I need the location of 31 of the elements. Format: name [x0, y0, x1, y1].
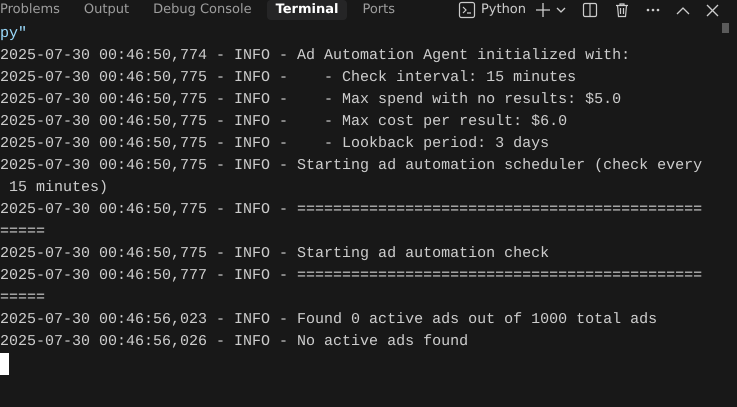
panel-tab[interactable]: Debug Console — [144, 0, 261, 20]
more-icon[interactable] — [646, 8, 660, 12]
terminal-line: 2025-07-30 00:46:50,775 - INFO - - Max cost per result: $6.0 — [0, 112, 568, 132]
terminal-line: 2025-07-30 00:46:50,774 - INFO - Ad Automation Agent initialized with: — [0, 46, 632, 66]
terminal-line: ===== — [0, 222, 46, 242]
terminal-line: 2025-07-30 00:46:50,775 - INFO - - Max spend with no results: $5.0 — [0, 90, 622, 110]
trash-icon[interactable] — [614, 2, 630, 18]
panel-tab[interactable]: Problems — [0, 0, 69, 20]
chevron-up-icon[interactable] — [676, 6, 690, 14]
panel-tab[interactable]: Ports — [353, 0, 404, 20]
terminal-line: 2025-07-30 00:46:50,775 - INFO - ============================================= — [0, 200, 704, 220]
terminal-line: 2025-07-30 00:46:50,775 - INFO - - Check interval: 15 minutes — [0, 68, 578, 88]
terminal-line: 2025-07-30 00:46:50,775 - INFO - - Lookback period: 3 days — [0, 134, 550, 154]
chevron-down-icon[interactable] — [556, 6, 566, 14]
split-panel-icon[interactable] — [582, 2, 598, 18]
terminal-line: 2025-07-30 00:46:50,775 - INFO - Starting ad automation check — [0, 244, 550, 264]
terminal-line: ===== — [0, 288, 46, 308]
plus-icon[interactable] — [535, 2, 551, 18]
terminal-line: 2025-07-30 00:46:50,775 - INFO - Starting ad automation scheduler (check every — [0, 156, 704, 176]
terminal-line: 2025-07-30 00:46:56,023 - INFO - Found 0 active ads out of 1000 total ads — [0, 310, 658, 330]
scrollbar-thumb[interactable] — [722, 23, 729, 33]
terminal-profile-button[interactable]: Python — [458, 1, 526, 19]
terminal-line: py" — [0, 24, 28, 44]
terminal-line: 2025-07-30 00:46:50,777 - INFO - ============================================= — [0, 266, 704, 286]
panel-tab[interactable]: Terminal — [266, 0, 348, 20]
close-icon[interactable] — [706, 4, 719, 16]
terminal-cursor — [0, 353, 9, 375]
terminal-line: 15 minutes) — [8, 178, 110, 198]
terminal-line: 2025-07-30 00:46:56,026 - INFO - No active ads found — [0, 332, 470, 352]
terminal-prompt-icon — [458, 1, 476, 19]
panel-tab[interactable]: Output — [74, 0, 138, 20]
